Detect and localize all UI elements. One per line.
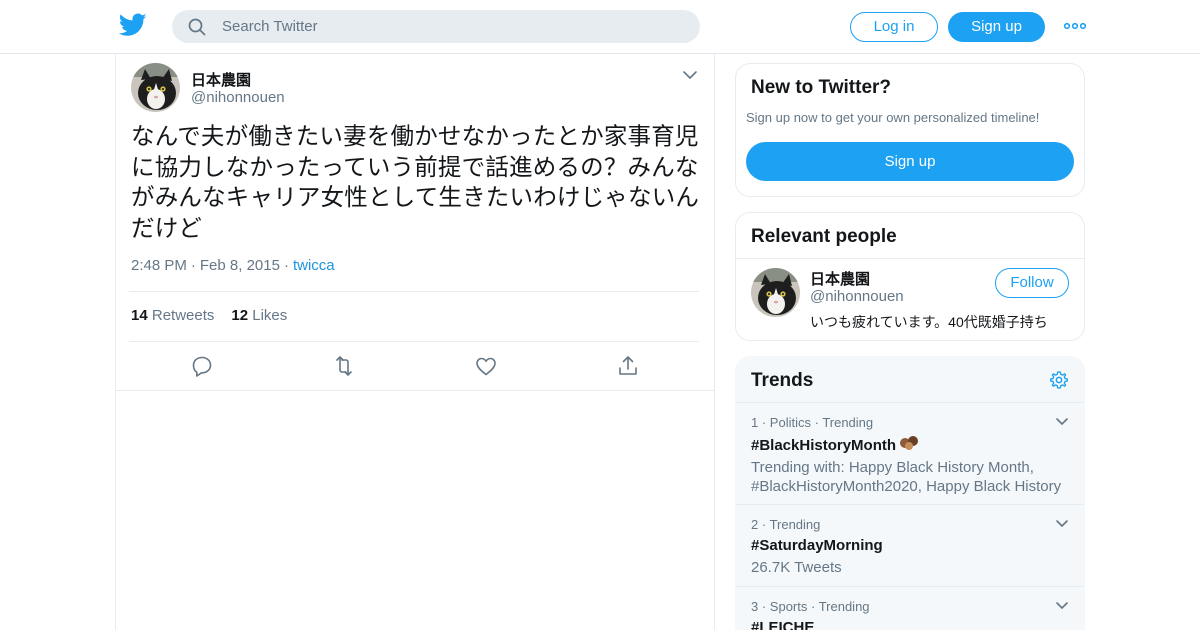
top-bar: Log in Sign up (0, 0, 1200, 54)
search-icon (188, 18, 206, 36)
likes-stat[interactable]: 12 Likes (231, 307, 287, 324)
cat-avatar-image (751, 268, 800, 317)
trend-description: Trending with: Happy Black History Month… (751, 459, 1062, 495)
trend-item[interactable]: 3 · Sports · Trending #LEICHE (751, 599, 1071, 630)
tweet-metadata: 2:48 PM · Feb 8, 2015 · twicca (131, 257, 335, 274)
gear-icon[interactable] (1049, 370, 1069, 390)
author-handle[interactable]: @nihonnouen (191, 89, 285, 106)
avatar[interactable] (131, 63, 180, 112)
divider (736, 586, 1084, 587)
card-title: Trends (751, 370, 814, 391)
tweet-time[interactable]: 2:48 PM (131, 257, 187, 274)
tweet-stats: 14 Retweets 12 Likes (131, 307, 287, 324)
divider (129, 341, 699, 342)
trend-meta: 1 · Politics · Trending (751, 415, 874, 430)
log-in-button[interactable]: Log in (850, 12, 938, 42)
search-input[interactable] (222, 10, 682, 43)
tweet-bottom-border (116, 390, 714, 391)
trend-description: 26.7K Tweets (751, 559, 842, 576)
person-bio: いつも疲れています。40代既婚子持ち (810, 314, 1048, 330)
retweets-label: Retweets (151, 307, 215, 324)
retweets-count: 14 (131, 307, 148, 324)
trend-name[interactable]: #BlackHistoryMonth (751, 435, 1071, 454)
trend-status: Trending (822, 415, 874, 430)
sign-up-button[interactable]: Sign up (948, 12, 1045, 42)
card-title: Relevant people (751, 226, 897, 247)
raised-fists-emoji-icon (900, 436, 919, 450)
divider (736, 402, 1084, 403)
chevron-down-icon[interactable] (682, 69, 698, 81)
divider (129, 291, 699, 292)
trend-meta: 2 · Trending (751, 517, 821, 532)
person-handle[interactable]: @nihonnouen (810, 288, 904, 305)
chevron-down-icon[interactable] (1055, 417, 1069, 427)
more-options-icon[interactable] (1063, 20, 1087, 32)
relevant-people-card: Relevant people 日本農園 @nihonnouen いつも疲れてい… (735, 212, 1085, 341)
divider (736, 258, 1084, 259)
likes-count: 12 (231, 307, 249, 324)
sign-up-cta-button[interactable]: Sign up (746, 142, 1074, 181)
tweet-detail: 日本農園 @nihonnouen なんで夫が働きたい妻を働かせなかったとか家事育… (115, 54, 715, 630)
search-bar[interactable] (172, 10, 700, 43)
likes-label: Likes (252, 307, 288, 324)
chevron-down-icon[interactable] (1055, 601, 1069, 611)
like-heart-icon[interactable] (474, 354, 498, 378)
person-name[interactable]: 日本農園 (810, 268, 870, 289)
trend-hashtag: #BlackHistoryMonth (751, 437, 897, 454)
avatar[interactable] (751, 268, 800, 317)
trends-card: Trends 1 · Politics · Trending #BlackHis… (735, 356, 1085, 630)
trend-name[interactable]: #LEICHE (751, 619, 1071, 630)
trend-status: Trending (818, 599, 870, 614)
trend-category: Sports (769, 599, 808, 614)
trend-category: Politics (769, 415, 811, 430)
trend-item[interactable]: 1 · Politics · Trending #BlackHistoryMon… (751, 415, 1071, 496)
separator-dot: · (283, 257, 289, 274)
author-name[interactable]: 日本農園 (191, 69, 251, 90)
retweets-stat[interactable]: 14 Retweets (131, 307, 214, 324)
follow-button[interactable]: Follow (995, 268, 1069, 298)
share-icon[interactable] (616, 354, 640, 378)
trend-rank: 3 (751, 599, 759, 614)
trend-item[interactable]: 2 · Trending #SaturdayMorning 26.7K Twee… (751, 517, 1071, 577)
trend-rank: 1 (751, 415, 759, 430)
trend-meta: 3 · Sports · Trending (751, 599, 870, 614)
card-title: New to Twitter? (751, 77, 892, 98)
new-to-twitter-card: New to Twitter? Sign up now to get your … (735, 63, 1085, 197)
reply-icon[interactable] (190, 354, 214, 378)
divider (736, 504, 1084, 505)
tweet-text: なんで夫が働きたい妻を働かせなかったとか家事育児に協力しなかったっていう前提で話… (131, 123, 700, 241)
trend-name[interactable]: #SaturdayMorning (751, 537, 1071, 554)
retweet-icon[interactable] (332, 354, 356, 378)
trend-status: Trending (769, 517, 821, 532)
tweet-date[interactable]: Feb 8, 2015 (200, 257, 280, 274)
trend-rank: 2 (751, 517, 759, 532)
cat-avatar-image (131, 63, 180, 112)
chevron-down-icon[interactable] (1055, 519, 1069, 529)
separator-dot: · (190, 257, 196, 274)
twitter-bird-icon[interactable] (119, 13, 147, 37)
tweet-source-link[interactable]: twicca (293, 257, 335, 274)
card-subtitle: Sign up now to get your own personalized… (746, 110, 1040, 125)
